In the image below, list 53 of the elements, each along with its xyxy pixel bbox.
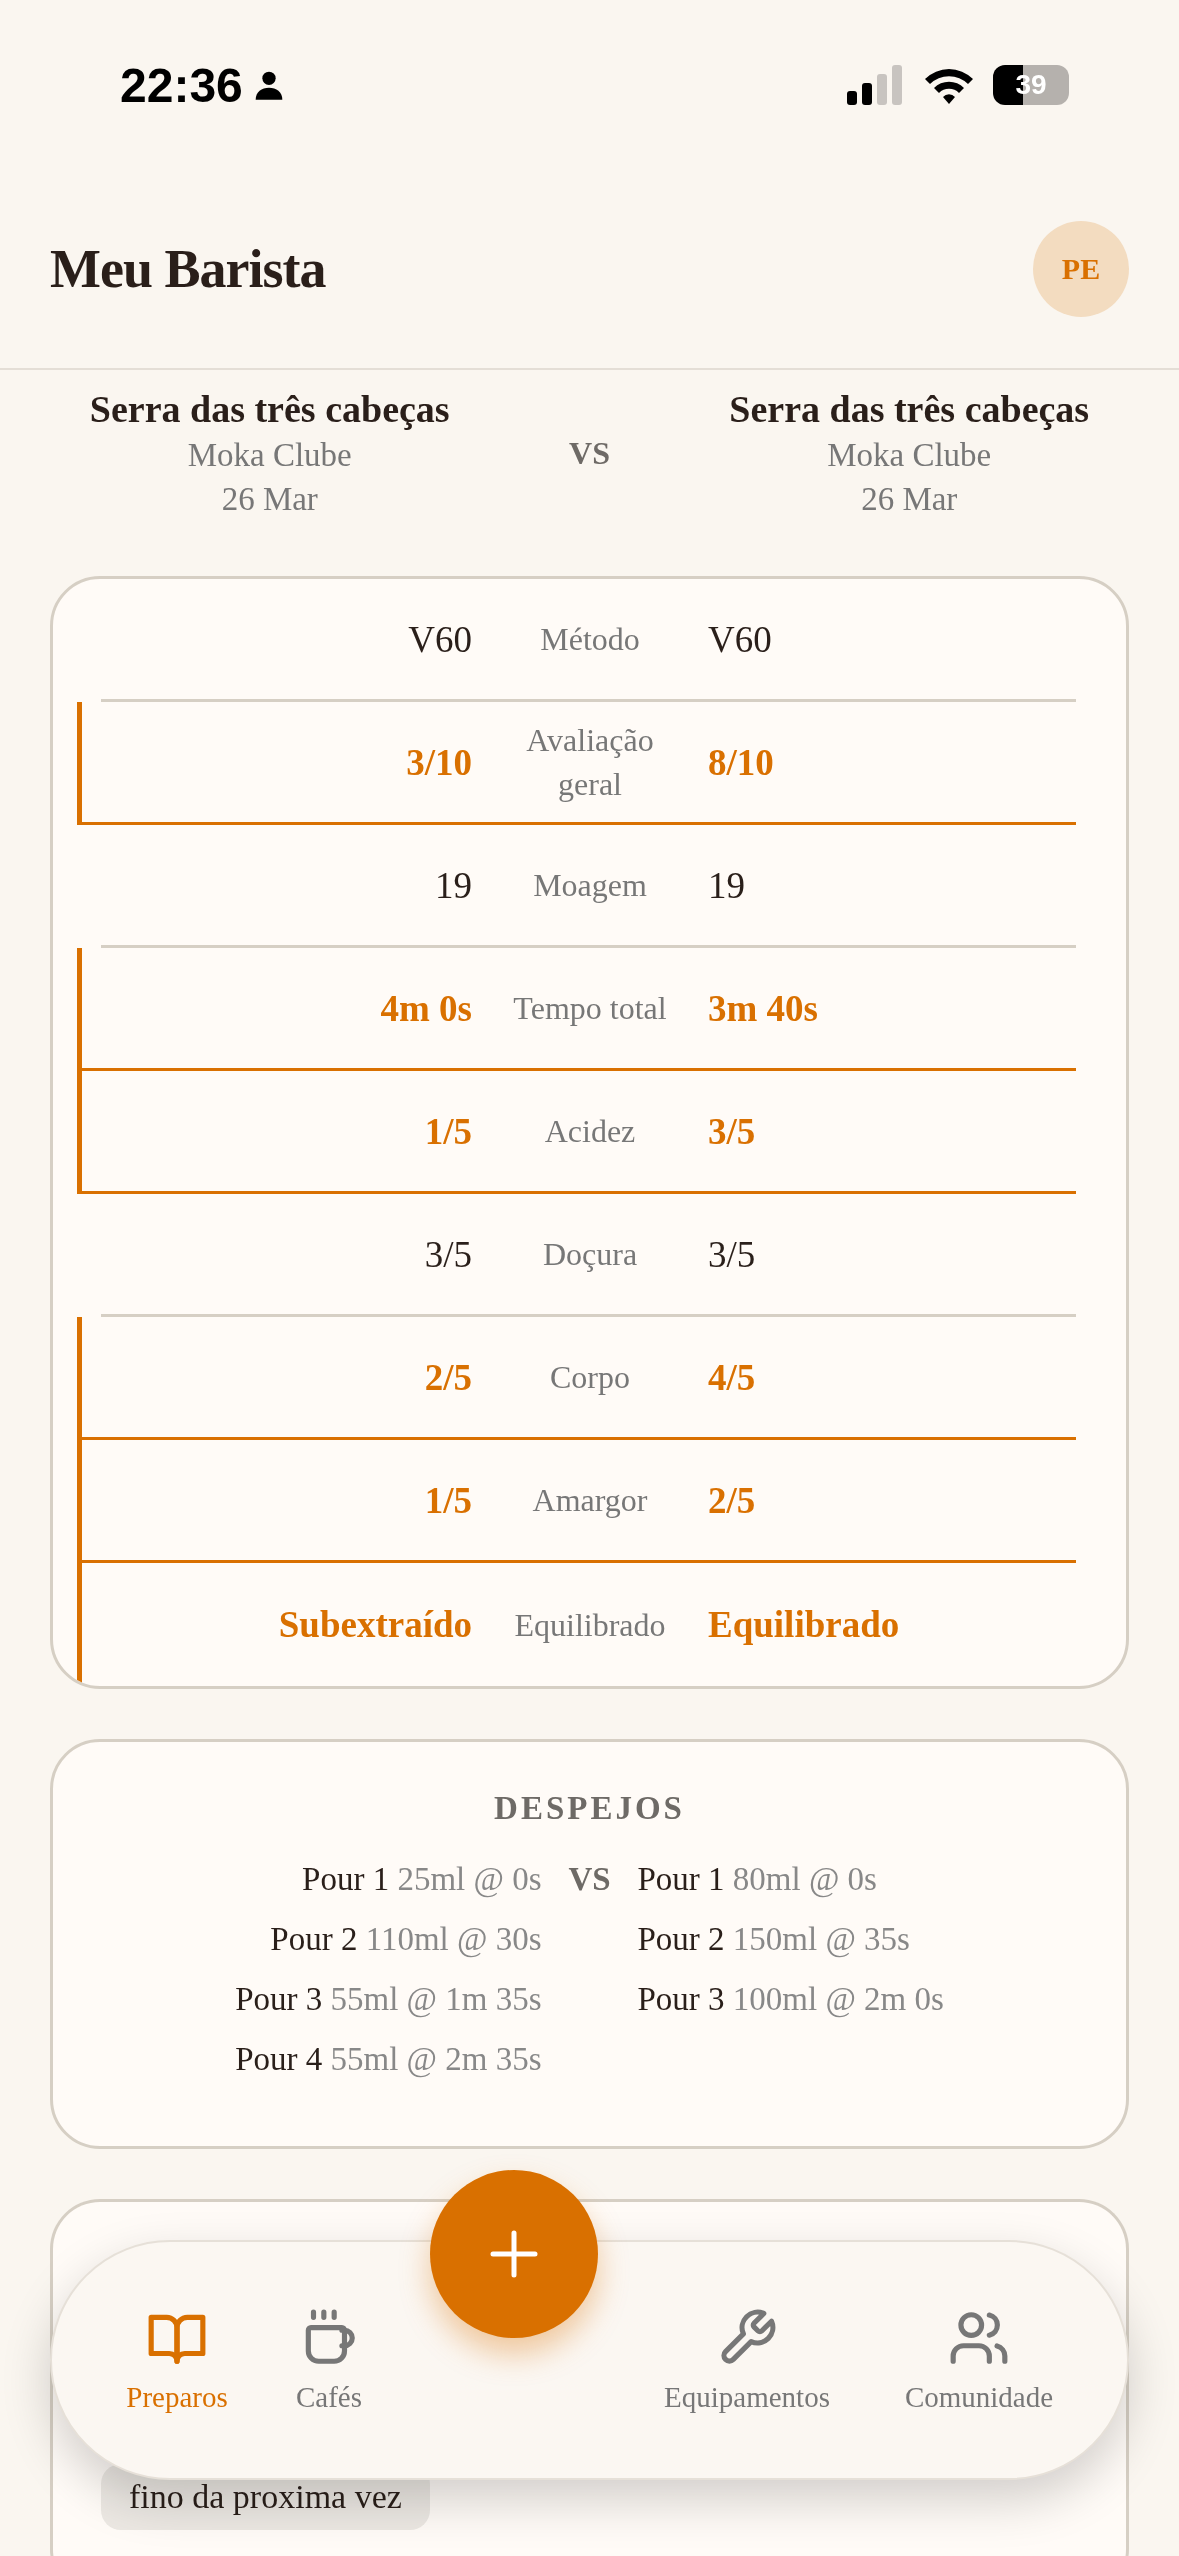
brew-date: 26 Mar <box>221 480 318 519</box>
pour-entry: Pour 1 80ml @ 0s <box>637 1860 877 1900</box>
left-value: 3/5 <box>423 1232 472 1276</box>
metric-label: Equilibrado <box>513 1605 667 1645</box>
left-value: 4m 0s <box>379 986 472 1030</box>
right-value: 8/10 <box>708 740 775 784</box>
metric-label: Moagem <box>532 866 648 905</box>
metric-label: Corpo <box>549 1358 631 1397</box>
tab-item[interactable]: Cafés <box>274 2306 384 2414</box>
left-value: 1/5 <box>423 1109 472 1153</box>
roaster-name: Moka Clube <box>187 436 352 475</box>
metric-label: Avaliação geral <box>525 721 655 804</box>
vs-label: VS <box>568 434 611 472</box>
pour-entry: Pour 1 25ml @ 0s <box>302 1860 542 1900</box>
metric-label: Amargor <box>531 1481 649 1520</box>
pour-entry: Pour 3 55ml @ 1m 35s <box>235 1980 542 2020</box>
left-value: 1/5 <box>423 1478 472 1522</box>
right-value: 3m 40s <box>708 986 819 1030</box>
coffee-name: Serra das três cabeças <box>89 387 450 432</box>
left-value: 2/5 <box>423 1355 472 1399</box>
status-time: 22:36 <box>120 57 243 113</box>
signal-icon <box>847 65 905 105</box>
profile-avatar[interactable]: PE <box>1033 221 1129 317</box>
right-value: Equilibrado <box>708 1603 901 1646</box>
left-value: 19 <box>434 863 472 907</box>
plus-icon <box>489 2229 539 2279</box>
metric-label: Método <box>539 620 641 659</box>
left-value: Subextraído <box>277 1603 472 1646</box>
right-value: V60 <box>708 617 773 661</box>
metric-label: Doçura <box>541 1235 639 1274</box>
right-value: 4/5 <box>708 1355 757 1399</box>
brew-date: 26 Mar <box>861 480 958 519</box>
tab-item[interactable]: Preparos <box>102 2306 252 2414</box>
left-value: V60 <box>407 617 472 661</box>
app-title: Meu Barista <box>50 238 326 300</box>
left-value: 3/10 <box>405 740 472 784</box>
vs-label: VS <box>567 1860 612 1899</box>
right-value: 2/5 <box>708 1478 757 1522</box>
pour-entry: Pour 2 150ml @ 35s <box>637 1920 910 1960</box>
right-value: 3/5 <box>708 1109 757 1153</box>
add-button[interactable] <box>430 2170 598 2338</box>
metric-label: Tempo total <box>512 989 668 1028</box>
tab-item[interactable]: Equipamentos <box>637 2306 857 2414</box>
right-value: 3/5 <box>708 1232 757 1276</box>
pour-entry: Pour 2 110ml @ 30s <box>270 1920 542 1960</box>
section-title: DESPEJOS <box>494 1790 685 1827</box>
pour-entry: Pour 3 100ml @ 2m 0s <box>637 1980 944 2020</box>
right-value: 19 <box>708 863 746 907</box>
pour-entry: Pour 4 55ml @ 2m 35s <box>235 2040 542 2080</box>
roaster-name: Moka Clube <box>827 436 992 475</box>
metric-label: Acidez <box>543 1112 637 1151</box>
coffee-name: Serra das três cabeças <box>729 387 1090 432</box>
tab-item[interactable]: Comunidade <box>879 2306 1079 2414</box>
